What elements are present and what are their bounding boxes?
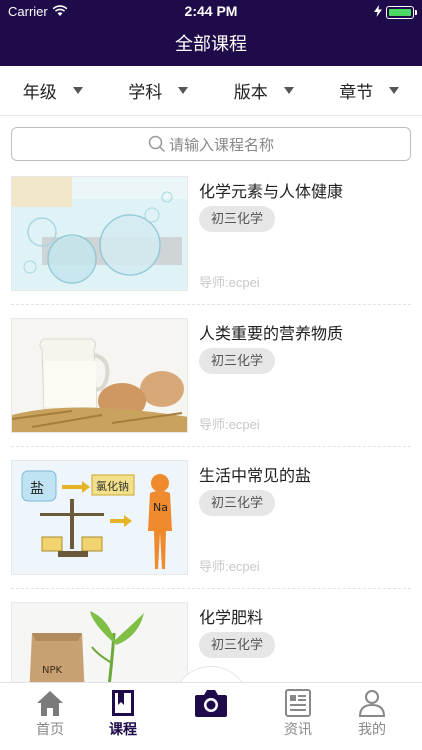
course-teacher: 导师:ecpei xyxy=(199,417,260,432)
divider xyxy=(11,304,411,305)
tab-news[interactable]: 资讯 xyxy=(258,683,338,750)
course-title: 生活中常见的盐 xyxy=(199,468,312,485)
tab-courses[interactable]: 课程 xyxy=(83,683,163,750)
search-placeholder: 请输入课程名称 xyxy=(168,136,274,154)
caret-down-icon xyxy=(178,87,189,94)
news-icon xyxy=(285,689,311,717)
person-icon xyxy=(358,690,386,717)
course-item[interactable]: 盐 氯化钠 Na 生活中常见的盐 初三化学 导师:ecpei xyxy=(0,460,422,602)
course-teacher: 导师:ecpei xyxy=(199,559,260,574)
filter-edition[interactable]: 版本 xyxy=(211,66,317,115)
book-icon xyxy=(112,690,134,716)
course-thumbnail xyxy=(11,318,188,433)
tab-courses-label: 课程 xyxy=(109,721,137,737)
camera-icon[interactable] xyxy=(194,688,228,718)
filter-grade-label: 年级 xyxy=(22,83,57,102)
compound-label: 氯化钠 xyxy=(96,479,129,493)
course-tag: 初三化学 xyxy=(199,206,276,232)
course-title: 化学肥料 xyxy=(199,610,264,627)
page-title: 全部课程 xyxy=(175,34,247,54)
bag-label: NPK xyxy=(42,665,63,676)
filter-subject[interactable]: 学科 xyxy=(106,66,212,115)
filter-grade[interactable]: 年级 xyxy=(0,66,106,115)
divider xyxy=(11,446,411,447)
search-input[interactable]: 请输入课程名称 xyxy=(11,127,411,161)
tab-mine[interactable]: 我的 xyxy=(332,683,412,750)
filter-edition-label: 版本 xyxy=(233,83,268,102)
status-bar: Carrier 2:44 PM xyxy=(0,0,422,24)
element-label: Na xyxy=(153,501,168,514)
battery-icon xyxy=(386,6,417,19)
course-tag: 初三化学 xyxy=(199,348,276,374)
course-item[interactable]: 人类重要的营养物质 初三化学 导师:ecpei xyxy=(0,318,422,460)
filter-subject-label: 学科 xyxy=(128,83,163,102)
course-item[interactable]: 化学元素与人体健康 初三化学 导师:ecpei xyxy=(0,176,422,318)
nav-bar: 全部课程 xyxy=(0,24,422,66)
course-tag: 初三化学 xyxy=(199,490,276,516)
tab-home[interactable]: 首页 xyxy=(10,683,90,750)
salt-label: 盐 xyxy=(30,481,44,497)
filter-bar: 年级 学科 版本 章节 xyxy=(0,66,422,116)
tab-mine-label: 我的 xyxy=(358,721,386,737)
course-thumbnail: 盐 氯化钠 Na xyxy=(11,460,188,575)
course-title: 人类重要的营养物质 xyxy=(199,326,344,343)
tab-home-label: 首页 xyxy=(36,721,64,737)
search-icon xyxy=(148,135,166,153)
status-time: 2:44 PM xyxy=(184,3,238,19)
course-title: 化学元素与人体健康 xyxy=(199,184,344,201)
course-thumbnail xyxy=(11,176,188,291)
divider xyxy=(11,588,411,589)
caret-down-icon xyxy=(283,87,294,94)
course-tag: 初三化学 xyxy=(199,632,276,658)
filter-chapter-label: 章节 xyxy=(339,83,374,102)
tab-news-label: 资讯 xyxy=(284,721,312,737)
filter-chapter[interactable]: 章节 xyxy=(317,66,422,115)
home-icon xyxy=(37,691,63,716)
course-teacher: 导师:ecpei xyxy=(199,275,260,290)
charging-icon xyxy=(374,5,382,17)
caret-down-icon xyxy=(389,87,400,94)
caret-down-icon xyxy=(72,87,83,94)
